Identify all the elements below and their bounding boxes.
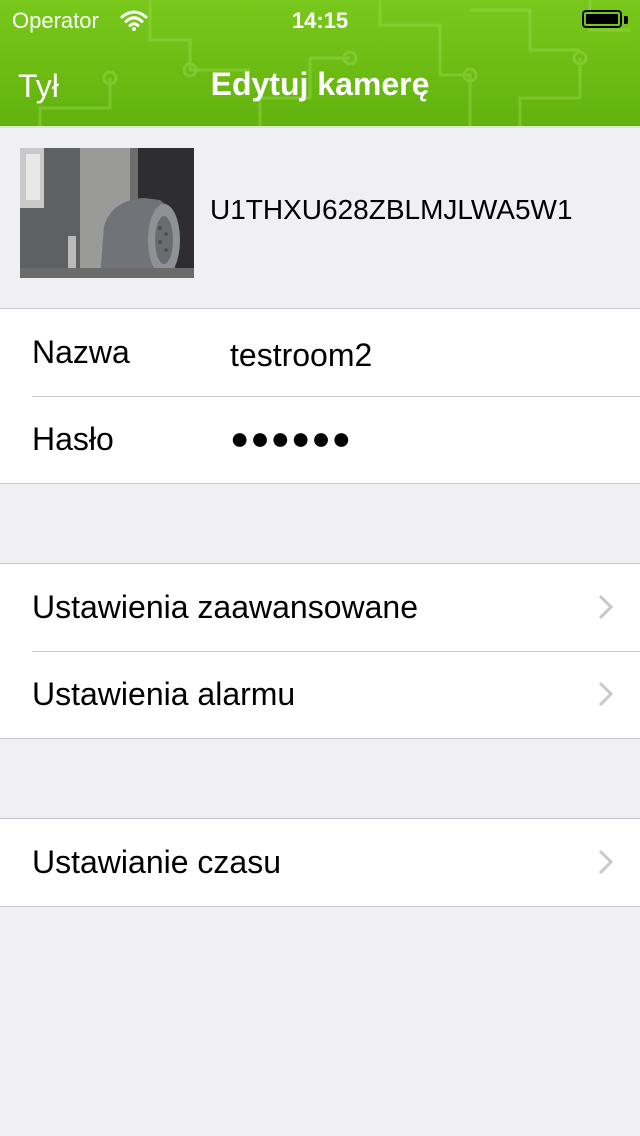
advanced-settings-row[interactable]: Ustawienia zaawansowane xyxy=(0,564,640,651)
advanced-settings-label: Ustawienia zaawansowane xyxy=(32,589,418,625)
battery-level xyxy=(586,14,618,24)
time-group: Ustawianie czasu xyxy=(0,818,640,907)
time-settings-row[interactable]: Ustawianie czasu xyxy=(0,819,640,906)
navigation-bar: Operator 14:15 Tył Edytuj kamerę xyxy=(0,0,640,128)
page-title: Edytuj kamerę xyxy=(210,66,430,102)
password-field[interactable]: ●●●●●● xyxy=(230,420,352,457)
chevron-right-icon xyxy=(598,594,614,620)
password-row[interactable]: Hasło ●●●●●● xyxy=(0,396,640,483)
camera-thumbnail[interactable] xyxy=(20,148,194,278)
chevron-right-icon xyxy=(598,681,614,707)
name-label: Nazwa xyxy=(32,334,130,370)
name-field[interactable]: testroom2 xyxy=(230,337,372,374)
battery-tip xyxy=(624,16,628,24)
status-time: 14:15 xyxy=(291,8,349,33)
settings-group: Ustawienia zaawansowane Ustawienia alarm… xyxy=(0,563,640,739)
battery-icon xyxy=(582,10,622,28)
alarm-settings-row[interactable]: Ustawienia alarmu xyxy=(0,651,640,738)
chevron-right-icon xyxy=(598,849,614,875)
camera-id: U1THXU628ZBLMJLWA5W1 xyxy=(210,194,573,225)
time-settings-label: Ustawianie czasu xyxy=(32,844,281,880)
camera-header: U1THXU628ZBLMJLWA5W1 xyxy=(0,128,640,308)
password-label: Hasło xyxy=(32,421,114,457)
credentials-group: Nazwa testroom2 Hasło ●●●●●● xyxy=(0,308,640,484)
status-bar: Operator 14:15 xyxy=(0,0,640,40)
name-row[interactable]: Nazwa testroom2 xyxy=(0,309,640,396)
camera-snapshot-image xyxy=(20,148,194,278)
alarm-settings-label: Ustawienia alarmu xyxy=(32,676,296,712)
